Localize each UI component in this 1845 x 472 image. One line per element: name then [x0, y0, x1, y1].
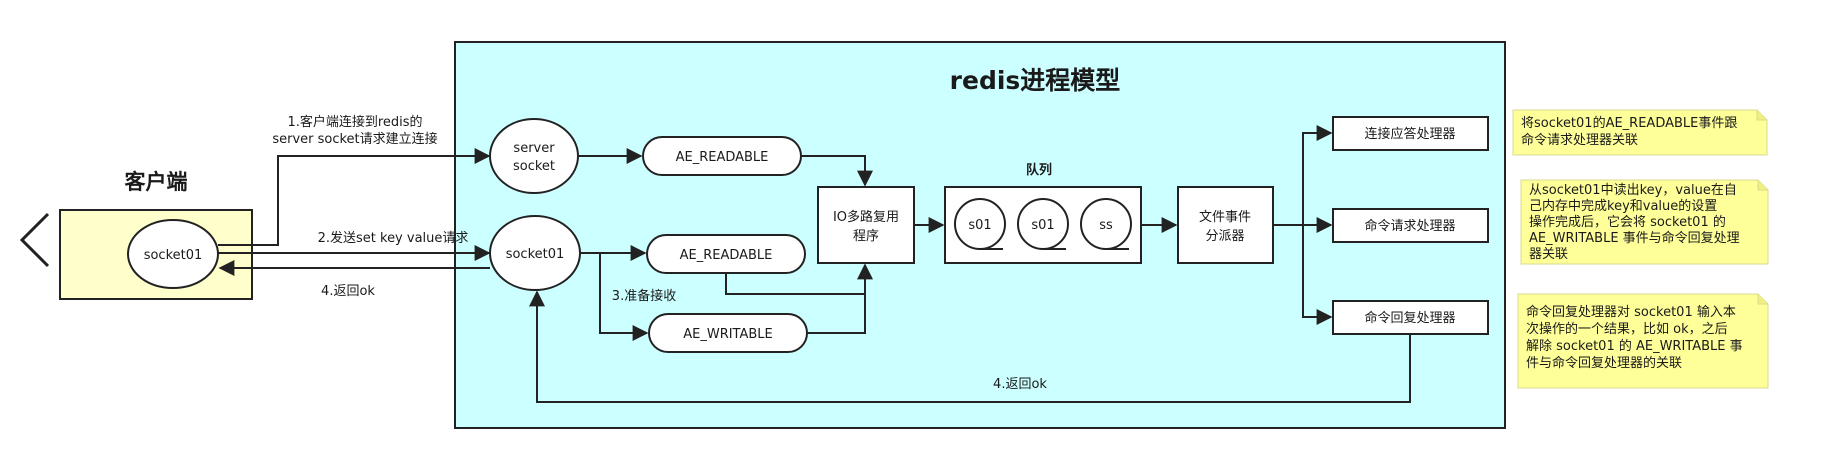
step1-label-line1: 1.客户端连接到redis的	[287, 114, 422, 130]
step3-label: 3.准备接收	[612, 288, 676, 304]
io-multiplexer-line1: IO多路复用	[833, 209, 899, 225]
svg-text:s01: s01	[1031, 218, 1054, 233]
dispatcher-line1: 文件事件	[1199, 210, 1251, 225]
ae-writable-label: AE_WRITABLE	[683, 327, 773, 342]
request-handler-label: 命令请求处理器	[1364, 218, 1455, 234]
svg-text:命令请求处理器关联: 命令请求处理器关联	[1521, 132, 1638, 148]
svg-text:解除 socket01 的 AE_WRITABLE 事: 解除 socket01 的 AE_WRITABLE 事	[1526, 338, 1743, 354]
ae-readable-label-1: AE_READABLE	[676, 150, 769, 165]
dispatcher-line2: 分派器	[1205, 229, 1244, 244]
socket01-node-label: socket01	[506, 247, 565, 262]
step1-label-line2: server socket请求建立连接	[272, 131, 437, 147]
redis-process-diagram: redis进程模型 客户端 socket01 server socket soc…	[19, 41, 1769, 429]
queue-item-2: s01	[1017, 198, 1069, 250]
svg-text:从socket01中读出key，value在自: 从socket01中读出key，value在自	[1529, 183, 1737, 198]
server-socket-line2: socket	[513, 159, 555, 174]
svg-text:己内存中完成key和value的设置: 己内存中完成key和value的设置	[1529, 198, 1717, 214]
note-request-processing: 从socket01中读出key，value在自 己内存中完成key和value的…	[1520, 179, 1769, 265]
queue-title: 队列	[1026, 162, 1052, 178]
svg-text:ss: ss	[1099, 218, 1113, 233]
io-multiplexer-node	[817, 186, 915, 264]
server-socket-line1: server	[513, 141, 555, 156]
connect-handler-label: 连接应答处理器	[1364, 126, 1455, 142]
svg-text:器关联: 器关联	[1529, 247, 1568, 262]
ae-readable-label-2: AE_READABLE	[680, 248, 773, 263]
step2-label: 2.发送set key value请求	[318, 230, 469, 246]
note-readable-association: 将socket01的AE_READABLE事件跟 命令请求处理器关联	[1512, 109, 1768, 156]
server-socket-node	[489, 118, 579, 194]
svg-text:s01: s01	[968, 218, 991, 233]
back-chevron-icon[interactable]	[19, 212, 50, 268]
client-socket01-label: socket01	[144, 248, 203, 263]
svg-text:操作完成后，它会将 socket01 的: 操作完成后，它会将 socket01 的	[1529, 214, 1726, 230]
queue-item-3: ss	[1080, 198, 1132, 250]
client-title: 客户端	[125, 170, 188, 194]
step4-client-label: 4.返回ok	[321, 284, 375, 299]
queue-item-1: s01	[954, 198, 1006, 250]
svg-text:AE_WRITABLE 事件与命令回复处理: AE_WRITABLE 事件与命令回复处理	[1529, 230, 1740, 246]
note-reply-processing: 命令回复处理器对 socket01 输入本 次操作的一个结果，比如 ok，之后 …	[1517, 293, 1769, 389]
svg-text:次操作的一个结果，比如 ok，之后: 次操作的一个结果，比如 ok，之后	[1526, 321, 1728, 337]
reply-handler-label: 命令回复处理器	[1364, 310, 1455, 326]
svg-text:命令回复处理器对 socket01 输入本: 命令回复处理器对 socket01 输入本	[1526, 304, 1736, 320]
file-event-dispatcher-node	[1177, 186, 1274, 264]
io-multiplexer-line2: 程序	[853, 229, 879, 244]
svg-text:件与命令回复处理器的关联: 件与命令回复处理器的关联	[1526, 355, 1682, 371]
step4-bottom-label: 4.返回ok	[993, 377, 1047, 392]
svg-text:将socket01的AE_READABLE事件跟: 将socket01的AE_READABLE事件跟	[1521, 115, 1737, 131]
process-title: redis进程模型	[950, 66, 1121, 95]
